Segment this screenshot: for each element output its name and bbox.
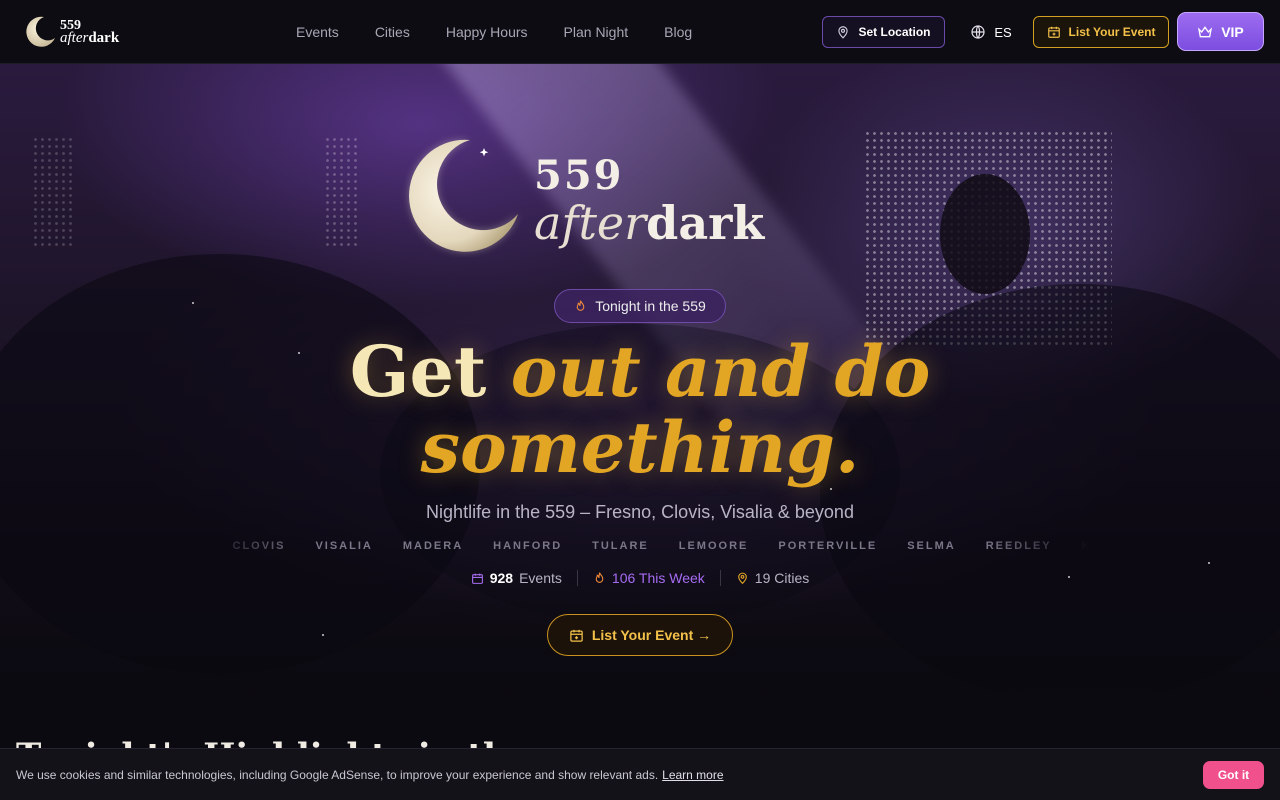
hero-logo: 559 afterdark — [400, 134, 780, 258]
city-item[interactable]: PORTERVILLE — [778, 540, 877, 554]
cookie-text: We use cookies and similar technologies,… — [16, 767, 659, 782]
logo-word-light: after — [60, 30, 89, 46]
led-panel — [324, 136, 360, 246]
set-location-label: Set Location — [858, 25, 931, 39]
city-item[interactable]: KINGSBU — [1082, 540, 1090, 554]
language-label: ES — [994, 24, 1012, 40]
city-item[interactable]: TULARE — [592, 540, 649, 554]
city-item[interactable]: HANFORD — [493, 540, 562, 554]
moon-icon — [22, 14, 58, 50]
cookie-message: We use cookies and similar technologies,… — [16, 768, 724, 782]
dj-silhouette — [940, 174, 1030, 294]
stat-events: 928 Events — [456, 570, 577, 586]
stat-this-week: 106 This Week — [576, 570, 720, 586]
list-event-cta[interactable]: List Your Event → — [547, 614, 733, 656]
moon-icon — [400, 134, 524, 258]
stat-events-count: 928 — [489, 570, 514, 586]
calendar-plus-icon — [1047, 25, 1061, 39]
city-item[interactable]: NO — [200, 540, 203, 554]
hero-headline: Get out and do something. — [0, 334, 1280, 486]
logo-word-bold: dark — [88, 30, 120, 46]
hero-subline: Nightlife in the 559 – Fresno, Clovis, V… — [426, 502, 854, 522]
top-header: 559 afterdark Events Cities Happy Hours … — [0, 0, 1280, 64]
city-ticker: NO CLOVIS VISALIA MADERA HANFORD TULARE … — [200, 540, 1090, 554]
tonight-pill-label: Tonight in the 559 — [595, 298, 706, 314]
sparkle — [322, 634, 324, 636]
city-item[interactable]: CLOVIS — [233, 540, 286, 554]
tonight-pill: Tonight in the 559 — [554, 289, 726, 323]
flame-icon — [593, 571, 606, 585]
hero-logo-word-light: after — [534, 196, 647, 250]
flame-icon — [574, 299, 587, 313]
vip-button[interactable]: VIP — [1177, 12, 1264, 51]
nav-cities[interactable]: Cities — [375, 24, 410, 40]
calendar-icon — [471, 572, 484, 585]
nav-happy-hours[interactable]: Happy Hours — [446, 24, 528, 40]
set-location-button[interactable]: Set Location — [822, 16, 945, 48]
stat-this-week-label: 106 This Week — [611, 570, 705, 586]
got-it-button[interactable]: Got it — [1203, 761, 1264, 789]
nav-events[interactable]: Events — [296, 24, 339, 40]
city-item[interactable]: VISALIA — [315, 540, 372, 554]
headline-something: something. — [420, 406, 860, 489]
stat-cities: 19 Cities — [719, 570, 824, 586]
globe-icon — [970, 24, 986, 40]
vip-label: VIP — [1221, 23, 1244, 40]
list-event-button[interactable]: List Your Event — [1033, 16, 1169, 48]
headline-out-and-do: out and do — [510, 330, 931, 413]
learn-more-link[interactable]: Learn more — [662, 768, 723, 782]
hero-logo-number: 559 — [534, 152, 624, 199]
main-nav: Events Cities Happy Hours Plan Night Blo… — [296, 0, 728, 64]
site-logo[interactable]: 559 afterdark — [22, 12, 132, 52]
nav-blog[interactable]: Blog — [664, 24, 692, 40]
map-pin-icon — [836, 25, 850, 39]
list-event-label: List Your Event — [1068, 25, 1156, 39]
city-item[interactable]: SELMA — [907, 540, 956, 554]
stat-events-label: Events — [519, 570, 562, 586]
map-pin-icon — [736, 571, 749, 585]
cookie-banner: We use cookies and similar technologies,… — [0, 748, 1280, 800]
language-toggle[interactable]: ES — [966, 16, 1016, 48]
city-item[interactable]: LEMOORE — [679, 540, 749, 554]
nav-plan-night[interactable]: Plan Night — [564, 24, 629, 40]
crown-icon — [1197, 24, 1213, 40]
hero-stats: 928 Events 106 This Week 19 Cities — [0, 570, 1280, 586]
hero-logo-word-bold: dark — [646, 196, 765, 250]
headline-get: Get — [349, 330, 511, 413]
calendar-plus-icon — [569, 628, 584, 643]
led-panel — [32, 136, 72, 246]
city-item[interactable]: REEDLEY — [986, 540, 1052, 554]
sparkle — [192, 302, 194, 304]
sparkle — [1208, 562, 1210, 564]
list-event-cta-label: List Your Event → — [591, 627, 712, 643]
stat-cities-label: 19 Cities — [754, 570, 810, 586]
city-item[interactable]: MADERA — [403, 540, 463, 554]
